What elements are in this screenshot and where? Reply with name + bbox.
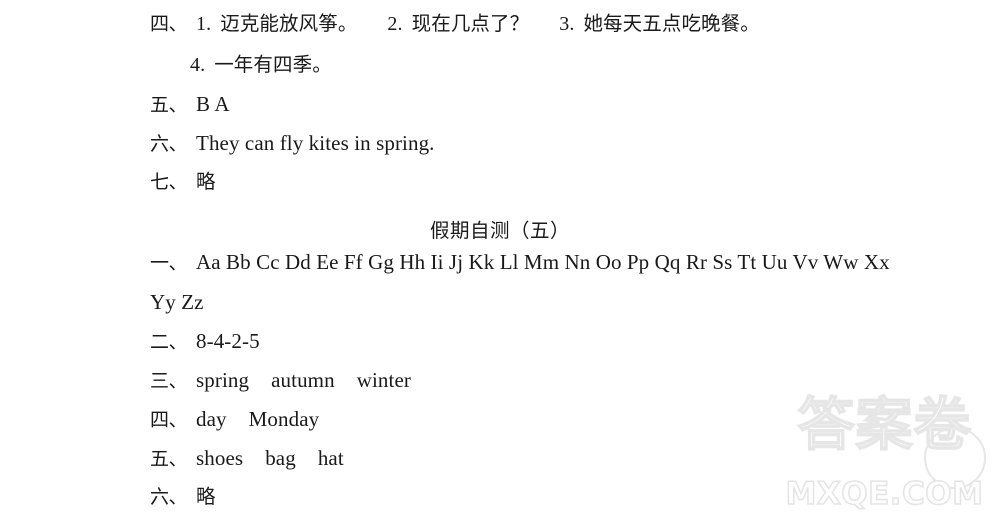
answer-marker: 四、 xyxy=(150,13,188,35)
answer-line-3: 三、 spring autumn winter xyxy=(150,370,411,392)
answer-line-prev-7: 七、略 xyxy=(150,172,216,193)
answer-marker: 七、 xyxy=(150,171,188,193)
watermark-chinese-text: 答案卷 xyxy=(797,392,972,458)
answer-word: spring xyxy=(196,368,250,392)
sub-item-text: 一年有四季。 xyxy=(214,53,332,76)
answer-word: hat xyxy=(317,446,344,470)
sub-item-text: 她每天五点吃晚餐。 xyxy=(583,12,760,35)
answer-line-prev-6: 六、 They can fly kites in spring. xyxy=(150,133,435,155)
answer-line-prev-5: 五、 B A xyxy=(150,94,230,116)
section-title: 假期自测（五） xyxy=(429,219,570,242)
sub-item-number: 3. xyxy=(559,13,575,35)
answer-line-2: 二、 8-4-2-5 xyxy=(150,331,260,353)
sub-item-number: 4. xyxy=(190,54,206,76)
answer-marker: 六、 xyxy=(150,133,188,155)
answer-text: 略 xyxy=(196,485,216,508)
answer-word: bag xyxy=(265,446,296,470)
answer-marker: 六、 xyxy=(150,486,188,508)
answer-marker: 二、 xyxy=(150,331,188,353)
answer-marker: 一、 xyxy=(150,252,188,274)
answer-text: They can fly kites in spring. xyxy=(196,131,435,155)
answer-key-page: 四、 1. 迈克能放风筝。 2. 现在几点了？ 3. 她每天五点吃晚餐。 4. 一年有四季。 … xyxy=(0,0,1000,520)
answer-marker: 四、 xyxy=(150,409,188,431)
answer-line-4: 四、 day Monday xyxy=(150,409,319,431)
answer-text-alphabet: Aa Bb Cc Dd Ee Ff Gg Hh Ii Jj Kk Ll Mm N… xyxy=(196,250,890,274)
sub-item-number: 1. xyxy=(196,13,212,35)
answer-marker: 五、 xyxy=(150,448,188,470)
answer-text-alphabet-wrap: Yy Zz xyxy=(150,290,204,314)
answer-line-prev-4-continued: 4. 一年有四季。 xyxy=(190,55,332,76)
answer-word: Monday xyxy=(248,407,320,431)
answer-line-1: 一、 Aa Bb Cc Dd Ee Ff Gg Hh Ii Jj Kk Ll Mm… xyxy=(150,252,890,274)
answer-line-prev-4: 四、 1. 迈克能放风筝。 2. 现在几点了？ 3. 她每天五点吃晚餐。 xyxy=(150,14,760,35)
answer-text: B A xyxy=(196,92,230,116)
answer-word: autumn xyxy=(271,368,335,392)
answer-line-5: 五、 shoes bag hat xyxy=(150,448,344,470)
answer-line-1-continued: Yy Zz xyxy=(150,292,204,314)
sub-item-text: 迈克能放风筝。 xyxy=(220,12,358,35)
answer-word: day xyxy=(196,407,227,431)
answer-line-6: 六、略 xyxy=(150,487,216,508)
sub-item-number: 2. xyxy=(387,13,403,35)
answer-word: shoes xyxy=(196,446,244,470)
watermark-domain-text: MXQE.COM xyxy=(785,476,984,512)
watermark-circle-outline xyxy=(924,427,986,489)
answer-text: 略 xyxy=(196,170,216,193)
sub-item-text: 现在几点了？ xyxy=(411,12,530,35)
answer-marker: 三、 xyxy=(150,370,188,392)
answer-word: winter xyxy=(356,368,411,392)
answer-text: 8-4-2-5 xyxy=(196,329,260,353)
answer-marker: 五、 xyxy=(150,94,188,116)
watermark: 答案卷 MXQE.COM xyxy=(777,389,992,514)
